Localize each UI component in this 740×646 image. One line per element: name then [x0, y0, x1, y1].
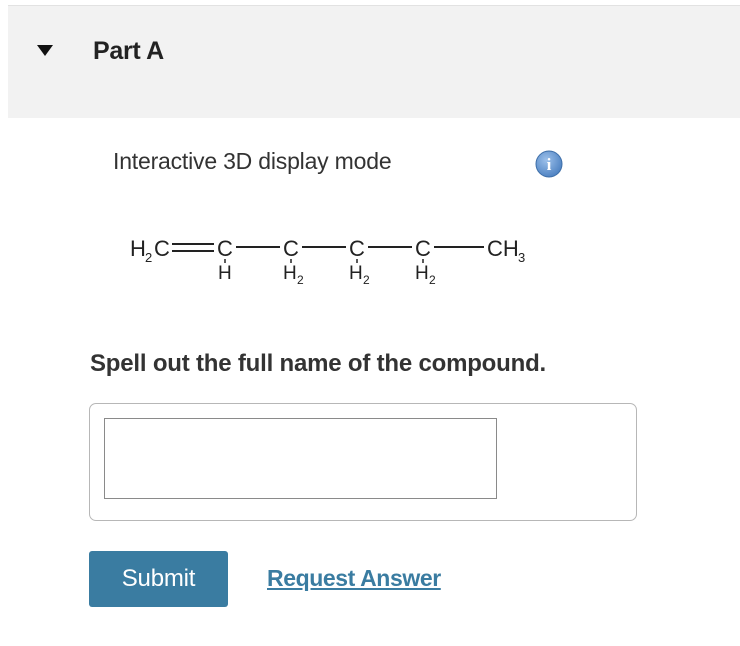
atom-c3-h: H [349, 263, 363, 284]
atom-c2: C [283, 236, 299, 261]
atom-c4-h: H [415, 263, 429, 284]
request-answer-link[interactable]: Request Answer [267, 565, 441, 592]
svg-text:i: i [547, 155, 552, 174]
atom-c4-h-sub: 2 [429, 273, 436, 287]
atom-c2-h-sub: 2 [297, 273, 304, 287]
atom-h2c-h: H [130, 236, 146, 261]
atom-ch3-sub: 3 [518, 250, 525, 265]
atom-c3-h-sub: 2 [363, 273, 370, 287]
atom-c1-h: H [218, 263, 232, 284]
question-prompt: Spell out the full name of the compound. [90, 350, 546, 377]
collapse-caret-icon[interactable] [37, 45, 53, 56]
part-title: Part A [93, 37, 164, 65]
atom-c4: C [415, 236, 431, 261]
answer-input[interactable] [104, 418, 497, 499]
atom-h2c-c: C [154, 236, 170, 261]
info-icon[interactable]: i [535, 150, 563, 178]
atom-c2-h: H [283, 263, 297, 284]
display-mode-label: Interactive 3D display mode [113, 148, 392, 174]
submit-button[interactable]: Submit [89, 551, 228, 607]
molecule-structure: H 2 C C H C H 2 C H 2 C H 2 CH 3 [130, 236, 525, 287]
atom-c1: C [217, 236, 233, 261]
atom-ch3: CH [487, 236, 519, 261]
atom-h2c-sub: 2 [145, 250, 152, 265]
atom-c3: C [349, 236, 365, 261]
